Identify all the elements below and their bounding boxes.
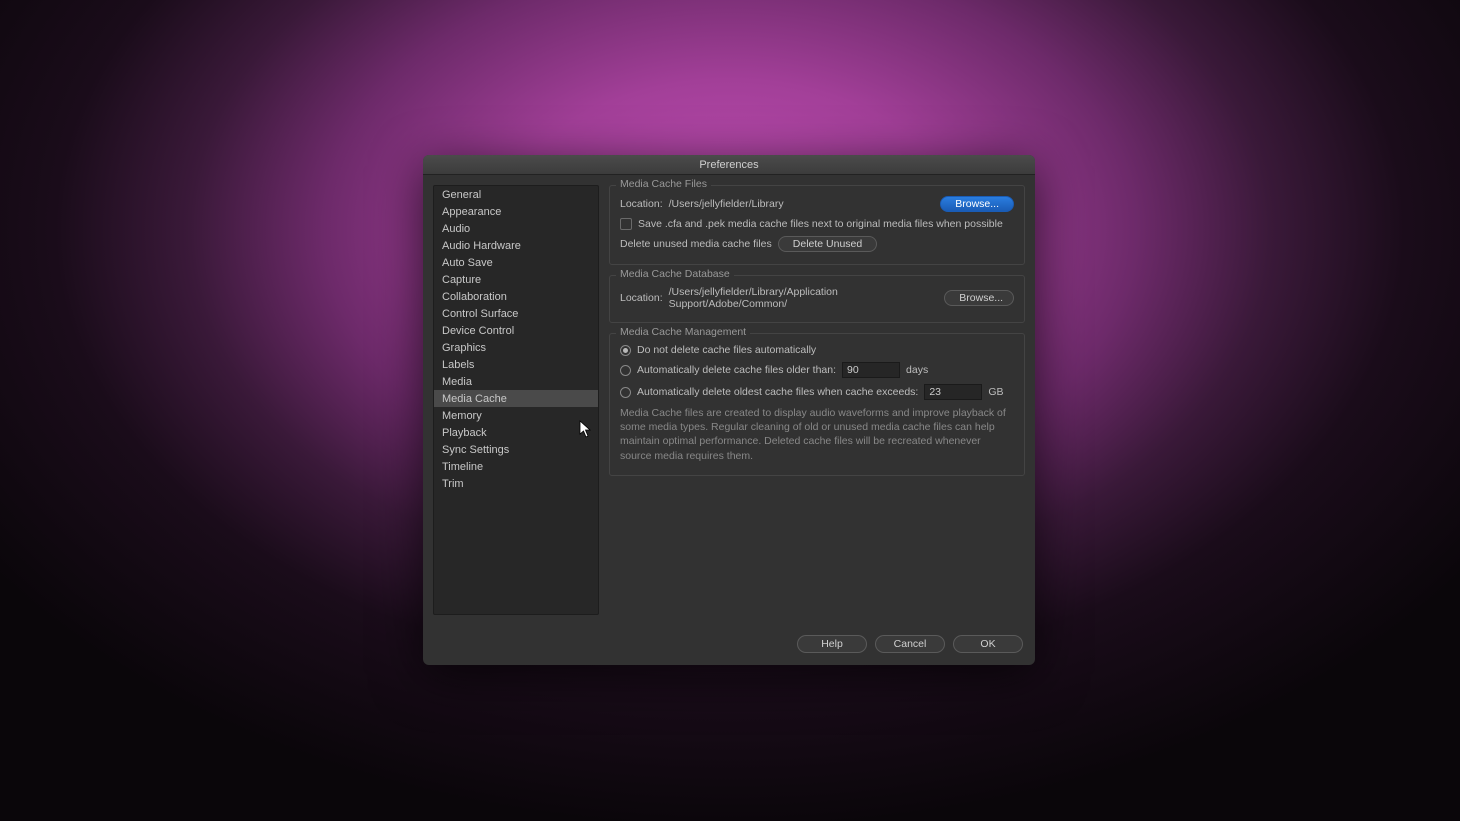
sidebar-item-capture[interactable]: Capture <box>434 271 598 288</box>
save-cfa-label: Save .cfa and .pek media cache files nex… <box>638 218 1003 230</box>
sidebar-item-media-cache[interactable]: Media Cache <box>434 390 598 407</box>
media-cache-database-group: Media Cache Database Location: /Users/je… <box>609 275 1025 323</box>
group-legend: Media Cache Files <box>616 178 711 190</box>
radio-label: Do not delete cache files automatically <box>637 344 816 356</box>
sidebar-item-device-control[interactable]: Device Control <box>434 322 598 339</box>
sidebar-item-collaboration[interactable]: Collaboration <box>434 288 598 305</box>
sidebar-item-playback[interactable]: Playback <box>434 424 598 441</box>
delete-unused-label: Delete unused media cache files <box>620 238 772 250</box>
location-row: Location: /Users/jellyfielder/Library Br… <box>620 196 1014 212</box>
dialog-footer: Help Cancel OK <box>423 625 1035 665</box>
db-location-row: Location: /Users/jellyfielder/Library/Ap… <box>620 286 1014 310</box>
location-path: /Users/jellyfielder/Library <box>669 198 784 210</box>
unit-label: days <box>906 364 928 376</box>
db-location-path: /Users/jellyfielder/Library/Application … <box>669 286 933 310</box>
dialog-body: GeneralAppearanceAudioAudio HardwareAuto… <box>423 175 1035 625</box>
unit-label: GB <box>988 386 1003 398</box>
media-cache-files-group: Media Cache Files Location: /Users/jelly… <box>609 185 1025 265</box>
sidebar-item-memory[interactable]: Memory <box>434 407 598 424</box>
sidebar-item-auto-save[interactable]: Auto Save <box>434 254 598 271</box>
delete-unused-button[interactable]: Delete Unused <box>778 236 877 252</box>
media-cache-management-group: Media Cache Management Do not delete cac… <box>609 333 1025 476</box>
radio-no-delete[interactable] <box>620 345 631 356</box>
sidebar-item-trim[interactable]: Trim <box>434 475 598 492</box>
radio-label: Automatically delete cache files older t… <box>637 364 836 376</box>
location-label: Location: <box>620 292 663 304</box>
gb-input[interactable] <box>924 384 982 400</box>
radio-delete-exceeds[interactable] <box>620 387 631 398</box>
sidebar-item-labels[interactable]: Labels <box>434 356 598 373</box>
sidebar-item-control-surface[interactable]: Control Surface <box>434 305 598 322</box>
group-legend: Media Cache Management <box>616 326 750 338</box>
browse-cache-files-button[interactable]: Browse... <box>940 196 1014 212</box>
location-label: Location: <box>620 198 663 210</box>
sidebar-item-sync-settings[interactable]: Sync Settings <box>434 441 598 458</box>
sidebar-item-timeline[interactable]: Timeline <box>434 458 598 475</box>
radio-label: Automatically delete oldest cache files … <box>637 386 918 398</box>
group-legend: Media Cache Database <box>616 268 734 280</box>
help-button[interactable]: Help <box>797 635 867 653</box>
settings-panel: Media Cache Files Location: /Users/jelly… <box>609 185 1025 615</box>
days-input[interactable] <box>842 362 900 378</box>
mgmt-option-3: Automatically delete oldest cache files … <box>620 384 1014 400</box>
category-sidebar: GeneralAppearanceAudioAudio HardwareAuto… <box>433 185 599 615</box>
save-cfa-row: Save .cfa and .pek media cache files nex… <box>620 218 1014 230</box>
sidebar-item-graphics[interactable]: Graphics <box>434 339 598 356</box>
dialog-title: Preferences <box>423 155 1035 175</box>
delete-unused-row: Delete unused media cache files Delete U… <box>620 236 1014 252</box>
mgmt-option-1: Do not delete cache files automatically <box>620 344 1014 356</box>
mgmt-option-2: Automatically delete cache files older t… <box>620 362 1014 378</box>
ok-button[interactable]: OK <box>953 635 1023 653</box>
sidebar-item-audio[interactable]: Audio <box>434 220 598 237</box>
preferences-dialog: Preferences GeneralAppearanceAudioAudio … <box>423 155 1035 665</box>
sidebar-item-appearance[interactable]: Appearance <box>434 203 598 220</box>
sidebar-item-media[interactable]: Media <box>434 373 598 390</box>
radio-delete-older[interactable] <box>620 365 631 376</box>
sidebar-item-general[interactable]: General <box>434 186 598 203</box>
browse-cache-db-button[interactable]: Browse... <box>944 290 1014 306</box>
sidebar-item-audio-hardware[interactable]: Audio Hardware <box>434 237 598 254</box>
save-cfa-checkbox[interactable] <box>620 218 632 230</box>
mgmt-help-text: Media Cache files are created to display… <box>620 406 1014 463</box>
cancel-button[interactable]: Cancel <box>875 635 945 653</box>
